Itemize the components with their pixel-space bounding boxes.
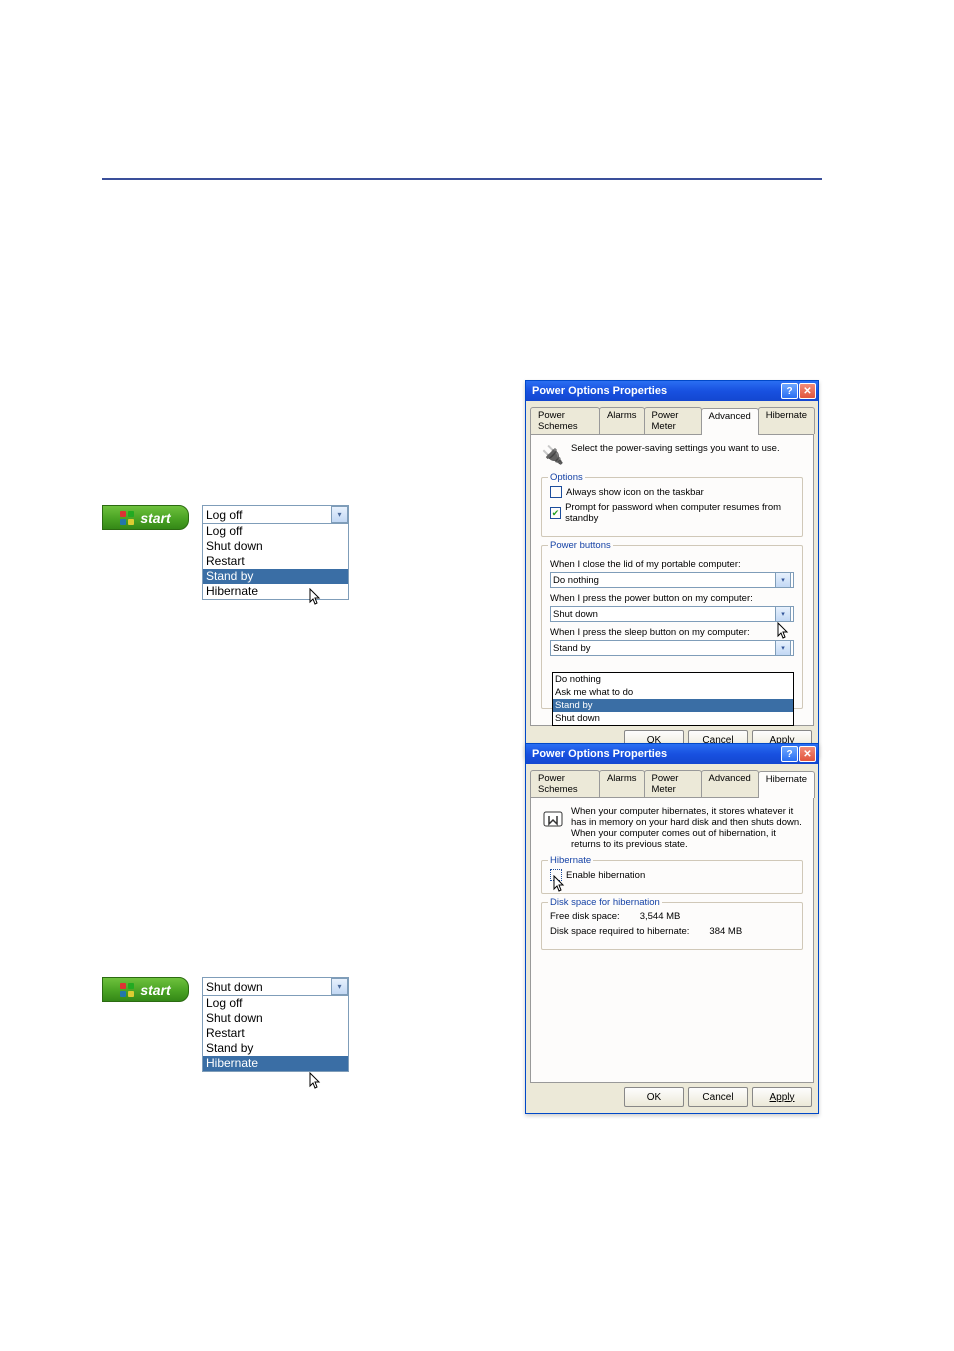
list-item[interactable]: Shut down bbox=[553, 712, 793, 725]
chevron-down-icon[interactable]: ▾ bbox=[331, 506, 348, 523]
combo-selected: Shut down bbox=[206, 980, 263, 994]
select-value: Stand by bbox=[553, 643, 591, 654]
battery-plug-icon: 🔌 bbox=[541, 443, 565, 467]
tab-power-schemes[interactable]: Power Schemes bbox=[530, 770, 600, 797]
group-label: Hibernate bbox=[548, 855, 593, 866]
list-item[interactable]: Log off bbox=[203, 996, 348, 1011]
free-space-label: Free disk space: bbox=[550, 911, 620, 922]
tab-hibernate[interactable]: Hibernate bbox=[758, 771, 815, 798]
close-button[interactable]: ✕ bbox=[799, 746, 816, 762]
group-disk-space: Disk space for hibernation Free disk spa… bbox=[541, 902, 803, 950]
group-options: Options Always show icon on the taskbar … bbox=[541, 477, 803, 537]
select-sleep-dropdown: Do nothing Ask me what to do Stand by Sh… bbox=[552, 672, 794, 726]
list-item[interactable]: Hibernate bbox=[203, 584, 348, 599]
list-item[interactable]: Restart bbox=[203, 1026, 348, 1041]
tab-hibernate[interactable]: Hibernate bbox=[758, 407, 815, 434]
help-button[interactable]: ? bbox=[781, 383, 798, 399]
label-lid: When I close the lid of my portable comp… bbox=[550, 559, 794, 570]
windows-logo-icon bbox=[120, 511, 136, 525]
group-label: Disk space for hibernation bbox=[548, 897, 662, 908]
list-item[interactable]: Restart bbox=[203, 554, 348, 569]
chk-taskbar-label: Always show icon on the taskbar bbox=[566, 487, 704, 498]
label-power: When I press the power button on my comp… bbox=[550, 593, 794, 604]
chevron-down-icon[interactable]: ▾ bbox=[775, 606, 791, 622]
help-button[interactable]: ? bbox=[781, 746, 798, 762]
group-label: Power buttons bbox=[548, 540, 613, 551]
list-item[interactable]: Do nothing bbox=[553, 673, 793, 686]
close-icon: ✕ bbox=[803, 386, 811, 397]
select-value: Do nothing bbox=[553, 575, 599, 586]
combo-list: Log off Shut down Restart Stand by Hiber… bbox=[203, 995, 348, 1071]
panel-advanced: 🔌 Select the power-saving settings you w… bbox=[530, 434, 814, 726]
dialog-title: Power Options Properties bbox=[532, 385, 667, 397]
ok-button[interactable]: OK bbox=[624, 1087, 684, 1107]
required-space-label: Disk space required to hibernate: bbox=[550, 926, 689, 937]
list-item[interactable]: Stand by bbox=[203, 1041, 348, 1056]
tab-alarms[interactable]: Alarms bbox=[599, 770, 645, 797]
chevron-down-icon[interactable]: ▾ bbox=[775, 572, 791, 588]
select-lid[interactable]: Do nothing ▾ bbox=[550, 572, 794, 588]
free-space-value: 3,544 MB bbox=[640, 911, 681, 922]
checkbox-taskbar[interactable] bbox=[550, 486, 562, 498]
list-item[interactable]: Hibernate bbox=[203, 1056, 348, 1071]
shutdown-combo[interactable]: Log off ▾ Log off Shut down Restart Stan… bbox=[202, 505, 349, 600]
shutdown-combo[interactable]: Shut down ▾ Log off Shut down Restart St… bbox=[202, 977, 349, 1072]
chk-enable-label: Enable hibernation bbox=[566, 870, 645, 881]
chevron-down-icon[interactable]: ▾ bbox=[775, 640, 791, 656]
dialog-title: Power Options Properties bbox=[532, 748, 667, 760]
tab-power-schemes[interactable]: Power Schemes bbox=[530, 407, 600, 434]
select-power[interactable]: Shut down ▾ bbox=[550, 606, 794, 622]
dialog-buttons: OK Cancel Apply bbox=[532, 1087, 812, 1107]
tab-power-meter[interactable]: Power Meter bbox=[644, 407, 702, 434]
tab-advanced[interactable]: Advanced bbox=[701, 408, 759, 435]
close-button[interactable]: ✕ bbox=[799, 383, 816, 399]
hibernate-icon bbox=[541, 806, 565, 830]
start-button[interactable]: start bbox=[102, 505, 189, 530]
start-label: start bbox=[140, 982, 170, 998]
select-value: Shut down bbox=[553, 609, 598, 620]
titlebar[interactable]: Power Options Properties ? ✕ bbox=[526, 744, 818, 764]
tabstrip: Power Schemes Alarms Power Meter Advance… bbox=[530, 407, 814, 434]
list-item[interactable]: Stand by bbox=[203, 569, 348, 584]
tab-alarms[interactable]: Alarms bbox=[599, 407, 645, 434]
cursor-icon bbox=[308, 1072, 324, 1095]
list-item[interactable]: Shut down bbox=[203, 539, 348, 554]
checkbox-enable-hibernation[interactable] bbox=[550, 869, 562, 881]
tab-power-meter[interactable]: Power Meter bbox=[644, 770, 702, 797]
chk-prompt-label: Prompt for password when computer resume… bbox=[565, 502, 794, 524]
group-hibernate: Hibernate Enable hibernation bbox=[541, 860, 803, 894]
apply-button[interactable]: Apply bbox=[752, 1087, 812, 1107]
combo-list: Log off Shut down Restart Stand by Hiber… bbox=[203, 523, 348, 599]
group-power-buttons: Power buttons When I close the lid of my… bbox=[541, 545, 803, 709]
close-icon: ✕ bbox=[803, 749, 811, 760]
start-label: start bbox=[140, 510, 170, 526]
titlebar[interactable]: Power Options Properties ? ✕ bbox=[526, 381, 818, 401]
combo-head[interactable]: Shut down ▾ bbox=[203, 978, 348, 995]
power-options-dialog: Power Options Properties ? ✕ Power Schem… bbox=[525, 743, 819, 1114]
intro-text: Select the power-saving settings you wan… bbox=[571, 443, 780, 467]
windows-logo-icon bbox=[120, 983, 136, 997]
list-item[interactable]: Ask me what to do bbox=[553, 686, 793, 699]
combo-head[interactable]: Log off ▾ bbox=[203, 506, 348, 523]
label-sleep: When I press the sleep button on my comp… bbox=[550, 627, 794, 638]
cancel-button[interactable]: Cancel bbox=[688, 1087, 748, 1107]
power-options-dialog: Power Options Properties ? ✕ Power Schem… bbox=[525, 380, 819, 757]
required-space-value: 384 MB bbox=[709, 926, 742, 937]
combo-selected: Log off bbox=[206, 508, 242, 522]
list-item[interactable]: Stand by bbox=[553, 699, 793, 712]
list-item[interactable]: Log off bbox=[203, 524, 348, 539]
intro-text: When your computer hibernates, it stores… bbox=[571, 806, 803, 850]
start-button[interactable]: start bbox=[102, 977, 189, 1002]
list-item[interactable]: Shut down bbox=[203, 1011, 348, 1026]
tab-advanced[interactable]: Advanced bbox=[701, 770, 759, 797]
checkbox-prompt[interactable]: ✔ bbox=[550, 507, 561, 519]
horizontal-rule bbox=[102, 178, 822, 180]
group-label: Options bbox=[548, 472, 585, 483]
tabstrip: Power Schemes Alarms Power Meter Advance… bbox=[530, 770, 814, 797]
page: start Log off ▾ Log off Shut down Restar… bbox=[0, 0, 954, 1351]
panel-hibernate: When your computer hibernates, it stores… bbox=[530, 797, 814, 1083]
select-sleep[interactable]: Stand by ▾ bbox=[550, 640, 794, 656]
chevron-down-icon[interactable]: ▾ bbox=[331, 978, 348, 995]
